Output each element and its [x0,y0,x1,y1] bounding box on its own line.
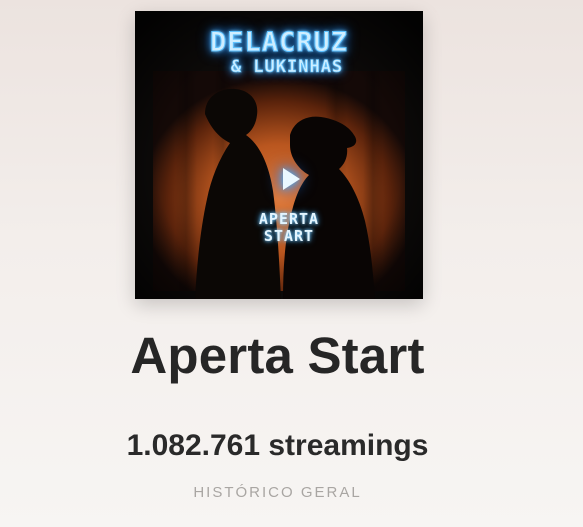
stream-period-caption: HISTÓRICO GERAL [193,484,362,501]
play-icon[interactable] [283,168,300,190]
stats-card: DELACRUZ & LUKINHAS APERTA START Aperta … [0,0,583,527]
stream-count: 1.082.761 streamings [126,429,429,462]
album-cover-artist-text: DELACRUZ [209,27,349,59]
album-cover-title-text: APERTA START [145,211,423,245]
album-cover[interactable]: DELACRUZ & LUKINHAS APERTA START [135,11,423,299]
album-cover-feature-text: & LUKINHAS [230,57,344,78]
track-title: Aperta Start [130,327,425,384]
album-cover-title-line1: APERTA [258,210,320,228]
album-cover-title-line2: START [263,227,315,245]
